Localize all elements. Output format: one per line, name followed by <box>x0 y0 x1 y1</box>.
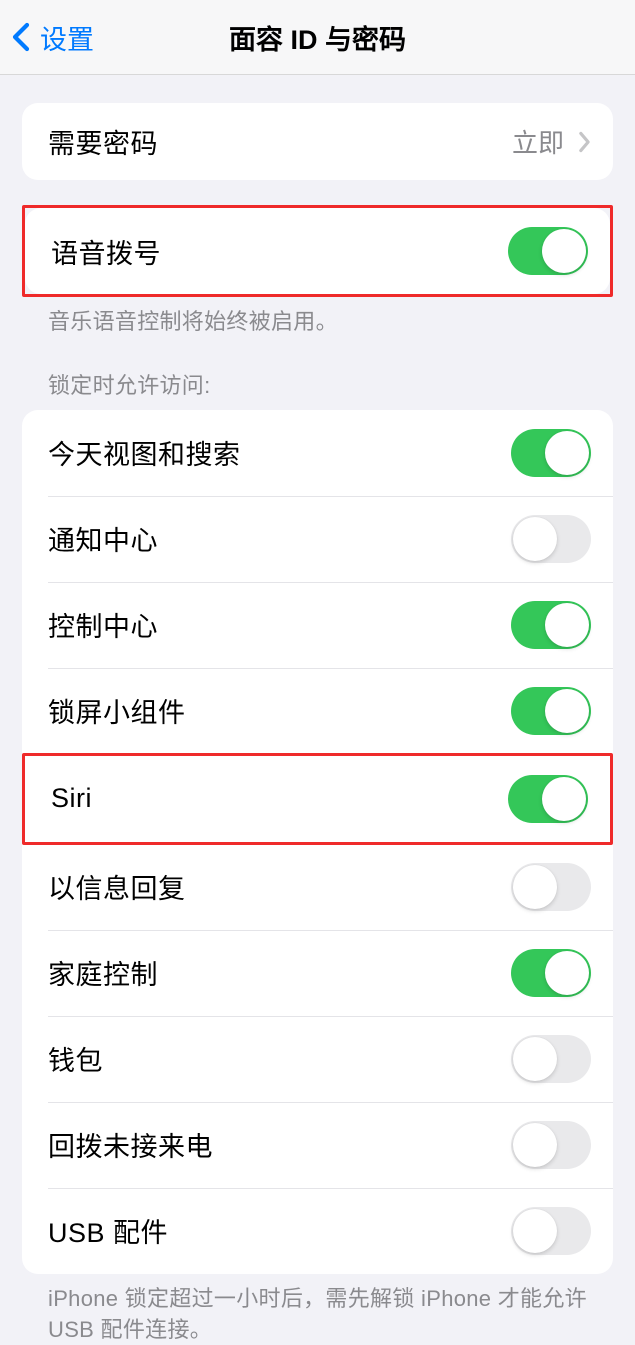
lock-access-toggle[interactable] <box>511 949 591 997</box>
lock-access-row[interactable]: 以信息回复 <box>22 844 613 930</box>
require-passcode-label: 需要密码 <box>48 122 158 161</box>
lock-access-toggle[interactable] <box>511 515 591 563</box>
lock-access-group: 今天视图和搜索通知中心控制中心锁屏小组件 Siri 以信息回复家庭控制钱包回拨未接来… <box>22 410 613 1274</box>
lock-access-label: 通知中心 <box>48 519 158 558</box>
voice-dial-row[interactable]: 语音拨号 <box>25 208 610 294</box>
lock-access-toggle[interactable] <box>511 1207 591 1255</box>
voice-dial-toggle[interactable] <box>508 227 588 275</box>
lock-access-row[interactable]: Siri <box>25 756 610 842</box>
lock-access-label: 家庭控制 <box>48 953 158 992</box>
lock-access-row[interactable]: 锁屏小组件 <box>22 668 613 754</box>
lock-access-label: 控制中心 <box>48 605 158 644</box>
voice-dial-label: 语音拨号 <box>51 232 161 271</box>
chevron-left-icon <box>12 22 30 52</box>
lock-access-row[interactable]: 今天视图和搜索 <box>22 410 613 496</box>
lock-access-toggle[interactable] <box>511 863 591 911</box>
require-passcode-row[interactable]: 需要密码 立即 <box>22 103 613 180</box>
lock-access-toggle[interactable] <box>511 429 591 477</box>
back-button[interactable]: 设置 <box>0 18 94 57</box>
content-scroll[interactable]: 需要密码 立即 语音拨号 音乐语音控制将始终被启用。 锁定时允许访问: 今天视图… <box>0 103 635 1345</box>
lock-access-toggle[interactable] <box>511 1035 591 1083</box>
page-title: 面容 ID 与密码 <box>229 18 406 57</box>
lock-access-row[interactable]: 通知中心 <box>22 496 613 582</box>
lock-access-row[interactable]: 回拨未接来电 <box>22 1102 613 1188</box>
lock-access-header: 锁定时允许访问: <box>0 338 635 402</box>
voice-dial-footer: 音乐语音控制将始终被启用。 <box>0 297 635 338</box>
lock-access-footer: iPhone 锁定超过一小时后，需先解锁 iPhone 才能允许USB 配件连接… <box>0 1274 635 1345</box>
lock-access-toggle[interactable] <box>511 687 591 735</box>
lock-access-toggle[interactable] <box>508 775 588 823</box>
require-passcode-value: 立即 <box>512 123 564 160</box>
navigation-bar: 设置 面容 ID 与密码 <box>0 0 635 75</box>
lock-access-label: 钱包 <box>48 1039 103 1078</box>
back-label: 设置 <box>40 18 94 57</box>
lock-access-label: 以信息回复 <box>48 867 186 906</box>
lock-access-label: USB 配件 <box>48 1211 168 1250</box>
lock-access-row[interactable]: USB 配件 <box>22 1188 613 1274</box>
lock-access-row[interactable]: 控制中心 <box>22 582 613 668</box>
lock-access-label: 回拨未接来电 <box>48 1125 213 1164</box>
lock-access-label: Siri <box>51 783 92 814</box>
chevron-right-icon <box>578 131 591 153</box>
passcode-group: 需要密码 立即 <box>22 103 613 180</box>
lock-access-label: 今天视图和搜索 <box>48 433 241 472</box>
lock-access-label: 锁屏小组件 <box>48 691 186 730</box>
lock-access-toggle[interactable] <box>511 1121 591 1169</box>
lock-access-row[interactable]: 家庭控制 <box>22 930 613 1016</box>
lock-access-row[interactable]: 钱包 <box>22 1016 613 1102</box>
highlight-annotation-siri: Siri <box>22 753 613 845</box>
voice-dial-group: 语音拨号 <box>25 208 610 294</box>
highlight-annotation-voice-dial: 语音拨号 <box>22 205 613 297</box>
lock-access-toggle[interactable] <box>511 601 591 649</box>
